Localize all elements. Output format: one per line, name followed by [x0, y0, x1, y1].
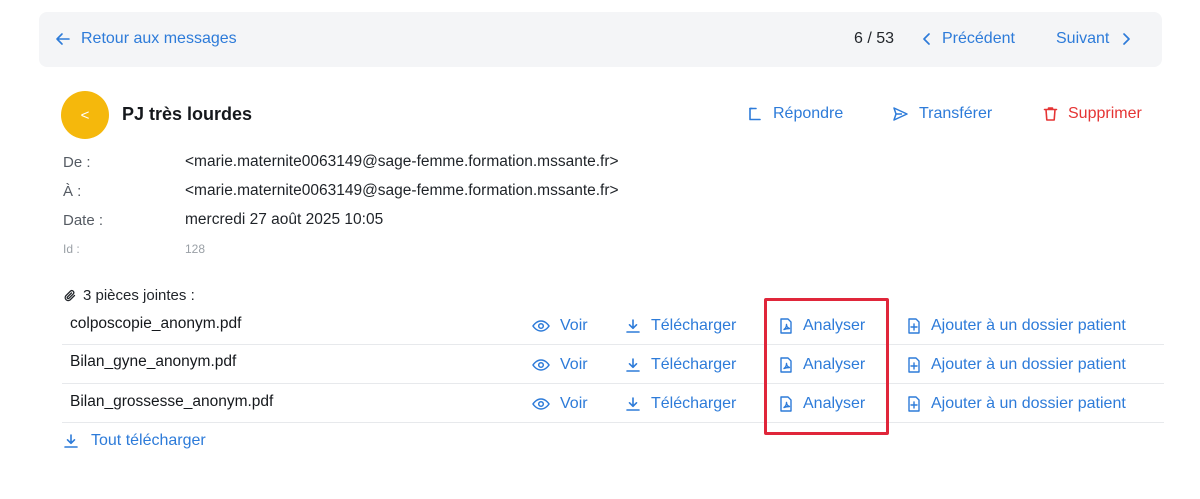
forward-button[interactable]: Transférer	[892, 105, 992, 123]
download-attachment-button[interactable]: Télécharger	[625, 395, 736, 413]
view-attachment-button[interactable]: Voir	[532, 317, 588, 335]
to-value: <marie.maternite0063149@sage-femme.forma…	[185, 182, 619, 199]
view-attachment-button[interactable]: Voir	[532, 395, 588, 413]
from-label: De :	[63, 154, 91, 171]
download-label: Télécharger	[651, 317, 737, 334]
paperclip-icon	[64, 289, 76, 301]
pager-count: 6 / 53	[854, 30, 895, 47]
add-to-patient-label: Ajouter à un dossier patient	[931, 395, 1126, 412]
analyze-highlight-annotation	[764, 298, 889, 435]
attachment-name: colposcopie_anonym.pdf	[70, 315, 242, 332]
download-icon	[626, 319, 640, 333]
delete-button[interactable]: Supprimer	[1043, 105, 1142, 123]
reply-icon	[749, 107, 761, 121]
trash-icon	[1043, 107, 1058, 121]
eye-icon	[532, 398, 550, 410]
attachment-row: Bilan_grossesse_anonym.pdf Voir Téléchar…	[62, 384, 1164, 423]
id-label: Id :	[63, 242, 80, 256]
to-label: À :	[63, 183, 82, 200]
back-to-messages-link[interactable]: Retour aux messages	[55, 30, 237, 48]
eye-icon	[532, 320, 550, 332]
delete-label: Supprimer	[1068, 105, 1142, 122]
download-attachment-button[interactable]: Télécharger	[625, 356, 736, 374]
download-icon	[626, 397, 640, 411]
download-all-label: Tout télécharger	[91, 432, 206, 449]
view-label: Voir	[560, 395, 588, 412]
arrow-left-icon	[56, 33, 70, 45]
back-label: Retour aux messages	[81, 30, 237, 47]
view-label: Voir	[560, 317, 588, 334]
chevron-left-icon	[923, 33, 930, 45]
date-label: Date :	[63, 212, 104, 229]
download-icon	[64, 434, 78, 448]
view-label: Voir	[560, 356, 588, 373]
add-to-patient-label: Ajouter à un dossier patient	[931, 356, 1126, 373]
sender-avatar: <	[61, 91, 109, 139]
add-to-patient-file-button[interactable]: Ajouter à un dossier patient	[907, 395, 1126, 413]
next-label: Suivant	[1056, 30, 1110, 47]
attachments-header: 3 pièces jointes :	[63, 287, 195, 304]
download-all-button[interactable]: Tout télécharger	[63, 432, 206, 450]
add-to-patient-file-button[interactable]: Ajouter à un dossier patient	[907, 356, 1126, 374]
attachment-name: Bilan_gyne_anonym.pdf	[70, 353, 237, 370]
attachment-row: colposcopie_anonym.pdf Voir Télécharger …	[62, 306, 1164, 345]
add-to-patient-file-button[interactable]: Ajouter à un dossier patient	[907, 317, 1126, 335]
view-attachment-button[interactable]: Voir	[532, 356, 588, 374]
id-value: 128	[185, 242, 206, 256]
avatar-glyph: <	[80, 106, 90, 124]
previous-message-button[interactable]: Précédent	[922, 30, 1015, 48]
file-plus-icon	[908, 318, 920, 334]
download-attachment-button[interactable]: Télécharger	[625, 317, 736, 335]
chevron-right-icon	[1123, 33, 1131, 45]
reply-label: Répondre	[773, 105, 844, 122]
from-value: <marie.maternite0063149@sage-femme.forma…	[185, 153, 619, 170]
file-plus-icon	[908, 396, 920, 412]
add-to-patient-label: Ajouter à un dossier patient	[931, 317, 1126, 334]
forward-label: Transférer	[919, 105, 993, 122]
download-label: Télécharger	[651, 395, 737, 412]
reply-button[interactable]: Répondre	[747, 105, 843, 123]
next-message-button[interactable]: Suivant	[1056, 30, 1131, 48]
date-value: mercredi 27 août 2025 10:05	[185, 211, 384, 228]
message-nav-bar: Retour aux messages 6 / 53 Précédent Sui…	[39, 12, 1162, 67]
download-label: Télécharger	[651, 356, 737, 373]
previous-label: Précédent	[942, 30, 1015, 47]
download-icon	[626, 358, 640, 372]
message-subject: PJ très lourdes	[122, 104, 253, 124]
attachments-count-label: 3 pièces jointes :	[83, 287, 195, 304]
attachment-name: Bilan_grossesse_anonym.pdf	[70, 393, 274, 410]
attachment-row: Bilan_gyne_anonym.pdf Voir Télécharger A…	[62, 345, 1164, 384]
send-icon	[893, 107, 908, 121]
file-plus-icon	[908, 357, 920, 373]
eye-icon	[532, 359, 550, 371]
